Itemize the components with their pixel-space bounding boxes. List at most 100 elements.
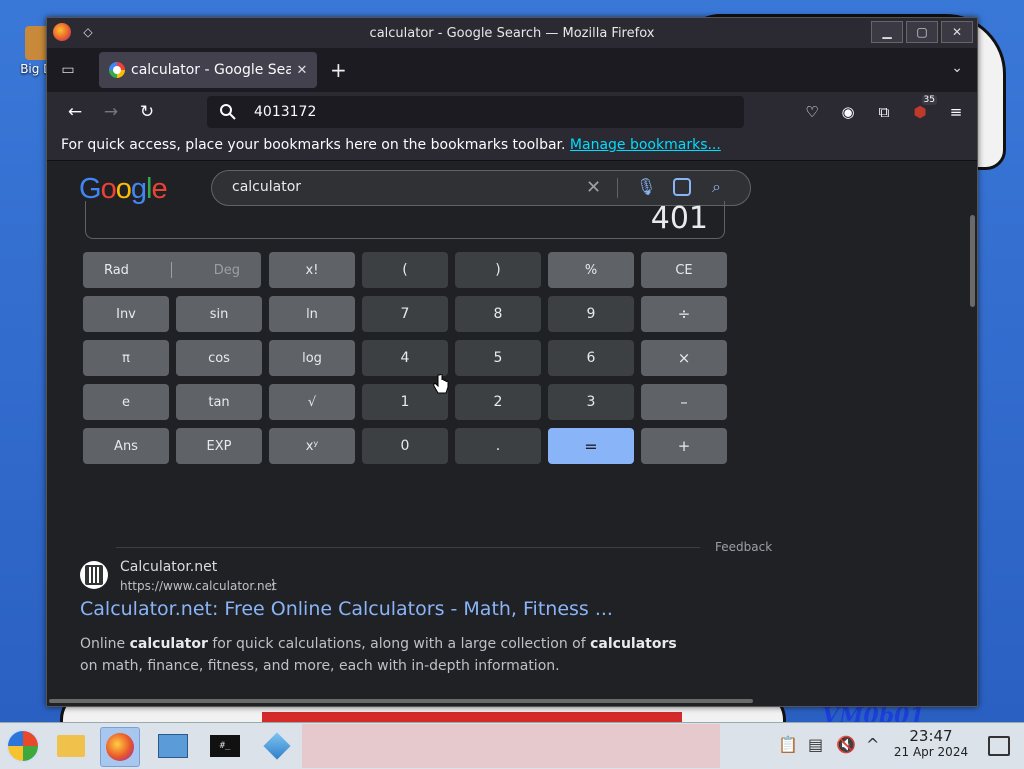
divider: [116, 547, 700, 548]
calc-key[interactable]: sin: [176, 296, 262, 332]
page-content: Google calculator ✕ 🎙 ⌕ 401 Rad Deg x!()…: [47, 161, 977, 706]
start-button[interactable]: [4, 727, 42, 765]
result-snippet: Online calculator for quick calculations…: [80, 633, 680, 677]
calc-key[interactable]: 2: [455, 384, 541, 420]
calc-key[interactable]: +: [641, 428, 727, 464]
menu-icon[interactable]: ≡: [945, 101, 967, 123]
calc-key[interactable]: (: [362, 252, 448, 288]
calc-key[interactable]: ): [455, 252, 541, 288]
back-button[interactable]: ←: [63, 101, 87, 123]
new-tab-button[interactable]: +: [330, 60, 347, 80]
calc-key[interactable]: %: [548, 252, 634, 288]
show-desktop-button[interactable]: [988, 736, 1010, 756]
calculator-favicon-icon: [80, 561, 108, 589]
result-site-name[interactable]: Calculator.net: [120, 559, 217, 575]
list-tabs-chevron-icon[interactable]: ⌄: [951, 60, 963, 76]
calc-key[interactable]: Ans: [83, 428, 169, 464]
result-site-url[interactable]: https://www.calculator.net: [120, 579, 277, 593]
ublock-icon[interactable]: ⬢ 35: [909, 95, 937, 123]
calc-key[interactable]: xʸ: [269, 428, 355, 464]
close-button[interactable]: ✕: [941, 21, 973, 43]
calc-key[interactable]: Inv: [83, 296, 169, 332]
bookmarks-message: For quick access, place your bookmarks h…: [61, 137, 566, 153]
calc-key[interactable]: .: [455, 428, 541, 464]
reload-button[interactable]: ↻: [135, 101, 159, 123]
search-icon: [220, 104, 236, 120]
settings-icon: [158, 734, 188, 758]
wallpaper-red: [262, 712, 682, 722]
calc-key[interactable]: ln: [269, 296, 355, 332]
system-settings-button[interactable]: [154, 727, 192, 765]
calc-key[interactable]: 4: [362, 340, 448, 376]
manage-bookmarks-link[interactable]: Manage bookmarks...: [570, 137, 721, 153]
clear-icon[interactable]: ✕: [586, 177, 601, 198]
divider: [170, 262, 172, 278]
virtualbox-button[interactable]: [258, 727, 296, 765]
snippet-text: calculators: [590, 636, 677, 652]
calc-key[interactable]: 7: [362, 296, 448, 332]
firefox-icon: [106, 733, 134, 761]
terminal-button[interactable]: #_: [206, 727, 244, 765]
more-options-icon[interactable]: ⋮: [266, 577, 280, 593]
taskbar: #_ 📋 ▤ 🔇 ^ 23:47 21 Apr 2024: [0, 722, 1024, 769]
url-bar[interactable]: 4013172: [207, 96, 744, 128]
pocket-icon[interactable]: ♡: [801, 101, 823, 123]
window-title: calculator - Google Search — Mozilla Fir…: [369, 26, 655, 41]
search-submit-icon[interactable]: ⌕: [712, 177, 721, 197]
firefox-window: ◇ calculator - Google Search — Mozilla F…: [46, 17, 978, 707]
microphone-icon[interactable]: 🎙: [636, 177, 656, 196]
calc-key[interactable]: ÷: [641, 296, 727, 332]
calc-key[interactable]: e: [83, 384, 169, 420]
vertical-scrollbar[interactable]: [970, 215, 975, 307]
calc-key[interactable]: log: [269, 340, 355, 376]
deg-label[interactable]: Deg: [214, 263, 240, 278]
divider: [617, 178, 618, 198]
account-icon[interactable]: ◉: [837, 101, 859, 123]
calc-key[interactable]: x!: [269, 252, 355, 288]
cube-icon: [263, 732, 291, 760]
calc-key[interactable]: π: [83, 340, 169, 376]
firefox-view-icon[interactable]: ▭: [57, 60, 79, 80]
tab-active[interactable]: calculator - Google Search ✕: [99, 52, 317, 88]
url-text: 4013172: [254, 104, 317, 120]
file-manager-button[interactable]: [52, 727, 90, 765]
extensions-icon[interactable]: ⧉: [873, 101, 895, 123]
calc-key[interactable]: 5: [455, 340, 541, 376]
calculator-display: 401: [85, 201, 725, 239]
calc-key[interactable]: EXP: [176, 428, 262, 464]
calc-key[interactable]: tan: [176, 384, 262, 420]
rad-deg-toggle[interactable]: Rad Deg: [83, 252, 261, 288]
minimize-button[interactable]: ▁: [871, 21, 903, 43]
calc-key[interactable]: √: [269, 384, 355, 420]
google-favicon-icon: [109, 62, 125, 78]
calc-key[interactable]: 8: [455, 296, 541, 332]
forward-button[interactable]: →: [99, 101, 123, 123]
calc-key[interactable]: 9: [548, 296, 634, 332]
volume-muted-icon[interactable]: 🔇: [836, 735, 856, 754]
feedback-link[interactable]: Feedback: [715, 540, 772, 554]
terminal-icon: #_: [210, 735, 240, 757]
titlebar[interactable]: ◇ calculator - Google Search — Mozilla F…: [47, 18, 977, 48]
notes-icon[interactable]: ▤: [808, 735, 823, 754]
calc-key[interactable]: CE: [641, 252, 727, 288]
maximize-button[interactable]: ▢: [906, 21, 938, 43]
lens-icon[interactable]: [673, 178, 691, 196]
clock[interactable]: 23:47 21 Apr 2024: [890, 727, 972, 759]
tab-close-icon[interactable]: ✕: [291, 63, 313, 78]
calc-key[interactable]: ×: [641, 340, 727, 376]
calc-key[interactable]: 0: [362, 428, 448, 464]
snippet-text: on math, finance, fitness, and more, eac…: [80, 658, 560, 674]
result-title-link[interactable]: Calculator.net: Free Online Calculators …: [80, 598, 613, 620]
nav-bar: ← → ↻ 4013172 ♡ ◉ ⧉ ⬢ 35 ≡: [47, 92, 977, 132]
clipboard-icon[interactable]: 📋: [778, 735, 798, 754]
calc-key[interactable]: 3: [548, 384, 634, 420]
firefox-taskbar-button[interactable]: [100, 727, 140, 767]
calc-key[interactable]: =: [548, 428, 634, 464]
horizontal-scrollbar[interactable]: [49, 699, 753, 703]
calc-key[interactable]: –: [641, 384, 727, 420]
tab-bar: ▭ calculator - Google Search ✕ + ⌄: [47, 48, 977, 92]
calc-key[interactable]: cos: [176, 340, 262, 376]
calc-key[interactable]: 6: [548, 340, 634, 376]
tray-expand-icon[interactable]: ^: [866, 735, 879, 754]
rad-label[interactable]: Rad: [104, 263, 129, 278]
